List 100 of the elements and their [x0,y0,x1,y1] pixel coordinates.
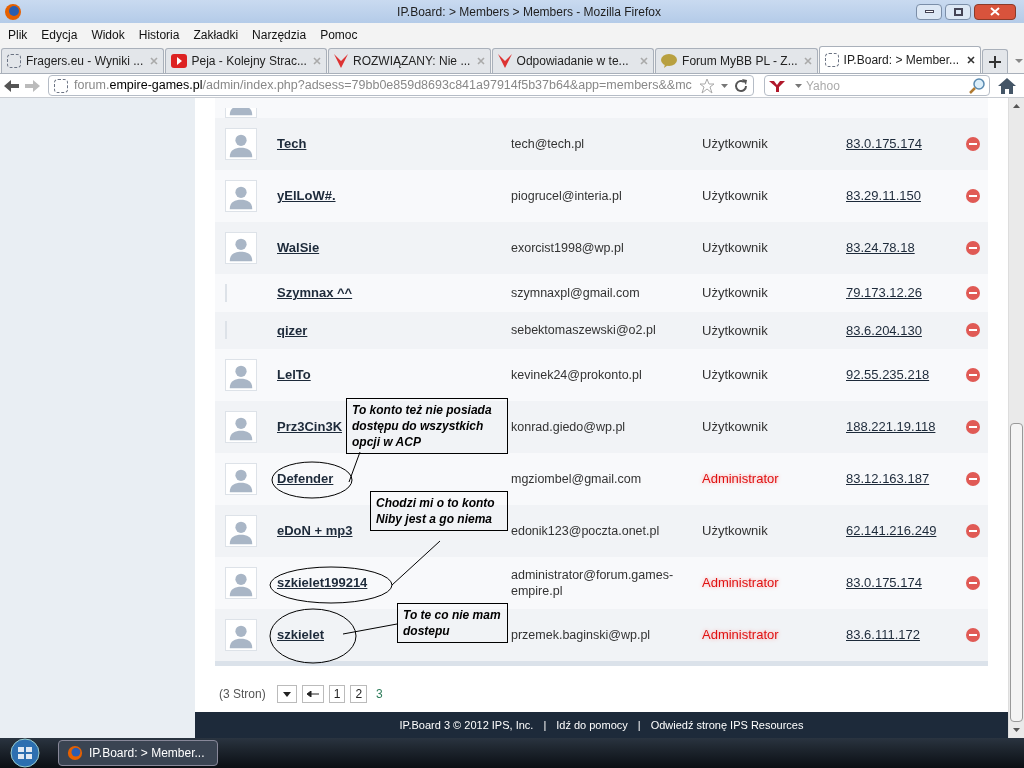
group-text: Użytkownik [702,367,768,383]
taskbar-button[interactable]: IP.Board: > Member... [58,740,218,766]
email-text: szymnaxpl@gmail.com [511,284,641,301]
remove-icon[interactable] [966,576,980,590]
dropdown-caret-icon[interactable] [795,83,802,88]
browser-tab[interactable]: Forum MyBB PL - Z... [655,48,818,73]
ip-address-link[interactable]: 62.141.216.249 [846,523,937,539]
ip-address-link[interactable]: 79.173.12.26 [846,285,922,300]
ip-address-link[interactable]: 83.29.11.150 [846,188,921,204]
remove-icon[interactable] [966,472,980,486]
member-name-link[interactable]: qizer [277,322,308,338]
callout-note: Chodzi mi o to konto Niby jest a go niema [370,491,508,531]
play-icon [170,54,187,68]
member-name-link[interactable]: Szymnax ^^ [277,285,353,300]
menu-item[interactable]: Pomoc [320,25,358,44]
firefox-logo-icon [4,2,22,21]
group-text: Użytkownik [702,419,768,435]
footer-link[interactable]: Odwiedź stronę IPS Resources [650,716,804,734]
plus-icon [989,55,1002,68]
ip-address-link[interactable]: 83.24.78.18 [846,240,915,256]
v-mark-icon [497,54,512,68]
reload-icon[interactable] [734,78,748,93]
separator-text: | [543,717,547,733]
menu-item[interactable]: Plik [8,25,28,44]
dropdown-caret-icon[interactable] [1015,59,1023,63]
member-name-link[interactable]: szkielet199214 [277,575,368,591]
address-field[interactable]: forum.empire-games.pl/admin/index.php?adsess=79bb0e859d8693c841a97914f5b37b64&app=members&&mc [48,75,754,96]
member-name-link[interactable]: Prz3Cin3K [277,419,343,435]
remove-icon[interactable] [966,137,980,151]
remove-icon[interactable] [966,323,980,338]
ip-address-link[interactable]: 92.55.235.218 [846,367,930,383]
v-mark-icon [334,54,349,68]
search-field[interactable]: Yahoo [806,76,965,95]
restore-button[interactable] [945,3,971,20]
email-text: mgziombel@gmail.com [511,471,643,487]
member-name-link[interactable]: eDoN + mp3 [277,523,353,539]
member-name-link[interactable]: szkielet [277,627,324,643]
page-link[interactable]: 1 [328,685,346,703]
browser-tab[interactable]: Peja - Kolejny Strac... [164,48,328,73]
close-tab-icon[interactable] [967,56,976,64]
dropdown-caret-icon[interactable] [721,83,728,88]
remove-icon[interactable] [966,628,980,642]
page-count-text: (3 Stron) [219,686,266,703]
browser-tab[interactable]: IP.Board: > Member... [818,46,982,73]
group-text: Użytkownik [702,322,768,338]
remove-icon[interactable] [966,285,980,300]
new-tab-button[interactable] [982,49,1008,73]
remove-icon[interactable] [966,189,980,203]
remove-icon[interactable] [966,524,980,538]
window-title: IP.Board: > Members > Members - Mozilla Firefox [396,3,662,21]
browser-tab[interactable]: Odpowiadanie w te... [491,48,655,73]
menu-item[interactable]: Widok [91,25,125,44]
ip-address-link[interactable]: 83.6.204.130 [846,322,922,338]
scrollbar[interactable] [1008,98,1024,738]
first-page-button[interactable] [301,685,324,703]
search-icon[interactable] [969,77,985,94]
firefox-logo-icon [67,745,83,761]
leader-line [391,540,441,586]
menu-item[interactable]: Zakładki [193,25,239,44]
menu-item[interactable]: Historia [138,25,180,44]
back-arrow-icon[interactable] [4,78,20,93]
member-name-link[interactable]: yElLoW#. [277,188,336,204]
remove-icon[interactable] [966,368,980,382]
caret-icon [282,691,291,697]
leader-line [342,623,398,635]
member-name-link[interactable]: LelTo [277,367,311,383]
blank-page-icon [824,53,839,67]
menu-item[interactable]: Edycja [41,25,78,44]
email-text: piogrucel@interia.pl [511,188,623,204]
search-bar[interactable]: Yahoo [764,75,990,96]
page-link[interactable]: 2 [350,685,368,703]
ip-address-link[interactable]: 83.0.175.174 [846,575,922,591]
minimize-button[interactable] [916,3,942,20]
left-arrow-icon [306,691,319,697]
email-text: edonik123@poczta.onet.pl [511,523,661,539]
group-text: Administrator [702,575,779,591]
group-text: Użytkownik [702,523,768,539]
page-jump-button[interactable] [276,685,297,703]
member-name-link[interactable]: Defender [277,471,334,487]
close-button[interactable] [974,3,1016,20]
page-link[interactable]: 3 [372,685,387,703]
separator-text: | [637,717,641,733]
member-name-link[interactable]: Tech [277,136,307,152]
member-name-link[interactable]: WalSie [277,240,320,256]
footer-link[interactable]: Idź do pomocy [556,716,628,734]
browser-tab[interactable]: Fragers.eu - Wyniki ... [1,48,164,73]
home-icon[interactable] [998,77,1016,94]
ip-address-link[interactable]: 83.12.163.187 [846,471,930,487]
ip-address-link[interactable]: 83.6.111.172 [846,627,920,643]
ip-address-link[interactable]: 188.221.19.118 [846,419,936,435]
remove-icon[interactable] [966,241,980,255]
browser-tab[interactable]: ROZWIĄZANY: Nie ... [328,48,491,73]
menu-item[interactable]: Narzędzia [252,25,307,44]
copyright-text: IP.Board 3 © 2012 IPS, Inc. [399,717,534,733]
remove-icon[interactable] [966,420,980,434]
star-icon[interactable] [699,77,715,94]
scrollbar-thumb[interactable] [1010,423,1023,722]
callout-note: To konto też nie posiada dostępu do wszystkich opcji w ACP [346,398,508,454]
group-text: Użytkownik [702,136,768,152]
ip-address-link[interactable]: 83.0.175.174 [846,136,922,152]
